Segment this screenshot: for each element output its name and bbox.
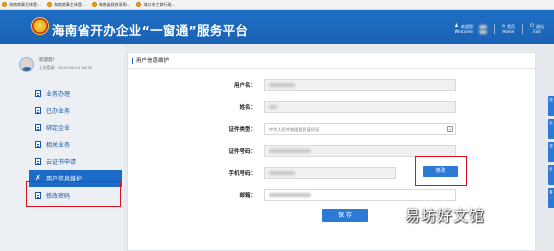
- sidebar-item-related[interactable]: 相关业务: [29, 136, 122, 153]
- save-button[interactable]: 保 存: [322, 209, 368, 222]
- id-type-label: 证件类型：: [228, 127, 256, 133]
- bookmark-icon: [46, 2, 52, 7]
- redacted-value: [269, 171, 295, 175]
- bookmark-item[interactable]: 海南商事主体登...: [46, 2, 86, 8]
- done-doc-icon: [35, 107, 41, 114]
- national-emblem-icon: [31, 17, 49, 35]
- phone-row: 手机号码：: [128, 167, 535, 179]
- bookmark-icon: [91, 2, 97, 7]
- header-divider: [493, 24, 495, 34]
- redacted-username: [478, 24, 487, 29]
- home-link[interactable]: ⌂ 首页 Home: [502, 24, 515, 35]
- business-doc-icon: [35, 90, 41, 97]
- chevron-down-icon: ⌄: [447, 126, 453, 132]
- watermark-text: 易坊好文馆: [405, 207, 486, 225]
- phone-field: [264, 167, 396, 179]
- header-divider: [522, 24, 524, 34]
- redacted-value: [269, 105, 277, 109]
- right-float-tab[interactable]: 客: [548, 188, 554, 208]
- cloud-cert-icon: [35, 158, 41, 165]
- page-title: 用户信息维护: [132, 58, 169, 64]
- email-label: 邮箱：: [239, 193, 256, 199]
- username-row: 用户名：: [128, 79, 535, 91]
- bookmarks-bar: 海南商事主体登... 海南商事主体登... 海南省政府采购... 海口市工商行政…: [0, 0, 554, 10]
- name-label: 姓名：: [239, 105, 256, 111]
- site-title: 海南省开办企业“一窗通”服务平台: [52, 23, 249, 38]
- name-field: [264, 101, 456, 113]
- bind-doc-icon: [35, 124, 41, 131]
- highlight-outline: [26, 181, 121, 207]
- sidebar-item-cloud-cert[interactable]: 云证书申请: [29, 153, 122, 170]
- id-number-row: 证件号码：: [128, 145, 535, 157]
- sidebar-item-completed[interactable]: 已办业务: [29, 102, 122, 119]
- username-label: 用户名：: [233, 83, 256, 89]
- redacted-value: [269, 149, 311, 153]
- redacted-value: [269, 193, 311, 197]
- welcome-block: ♟ 欢迎您： Welcome：: [454, 24, 487, 34]
- id-type-select[interactable]: 中华人民共和国居民身份证 ⌄: [264, 123, 456, 135]
- redacted-username: [478, 29, 487, 34]
- header-user-links: ♟ 欢迎您： Welcome： ⌂ 首页 Home ⏻ 退出 Exit: [454, 24, 544, 34]
- id-number-label: 证件号码：: [228, 149, 256, 155]
- right-float-tab[interactable]: 快: [548, 96, 554, 116]
- sidebar: 欢迎您！ 上次登录：2019-09-24 16:25 业务办理 已办业务 绑定企…: [0, 44, 124, 251]
- site-header: 海南省开办企业“一窗通”服务平台 ♟ 欢迎您： Welcome： ⌂ 首页 Home…: [0, 10, 554, 44]
- avatar: [19, 57, 34, 72]
- user-info: 欢迎您！ 上次登录：2019-09-24 16:25: [17, 56, 117, 78]
- bookmark-item[interactable]: 海南省政府采购...: [91, 2, 130, 8]
- last-login: 上次登录：2019-09-24 16:25: [39, 65, 93, 70]
- redacted-value: [269, 83, 295, 87]
- sidebar-item-business[interactable]: 业务办理: [29, 85, 122, 102]
- welcome-text: 欢迎您！: [39, 58, 57, 63]
- email-row: 邮箱：: [128, 189, 535, 201]
- bookmark-icon: [136, 2, 142, 7]
- email-field[interactable]: [264, 189, 456, 201]
- right-float-tab[interactable]: 咨: [548, 142, 554, 162]
- exit-link[interactable]: ⏻ 退出 Exit: [530, 24, 544, 35]
- username-field: [264, 79, 456, 91]
- bookmark-icon: [2, 2, 7, 7]
- right-float-tab[interactable]: 办: [548, 119, 554, 139]
- highlight-outline: [415, 156, 467, 186]
- name-row: 姓名：: [128, 101, 535, 113]
- title-divider: [128, 68, 535, 69]
- related-doc-icon: [35, 141, 41, 148]
- sidebar-item-bind-enterprise[interactable]: 绑定企业: [29, 119, 122, 136]
- bookmark-item[interactable]: 海口市工商行政...: [136, 2, 175, 8]
- phone-label: 手机号码：: [228, 171, 256, 177]
- id-type-row: 证件类型： 中华人民共和国居民身份证 ⌄: [128, 123, 535, 135]
- right-float-tab[interactable]: 反: [548, 165, 554, 185]
- bookmark-item[interactable]: 海南商事主体登...: [2, 2, 41, 8]
